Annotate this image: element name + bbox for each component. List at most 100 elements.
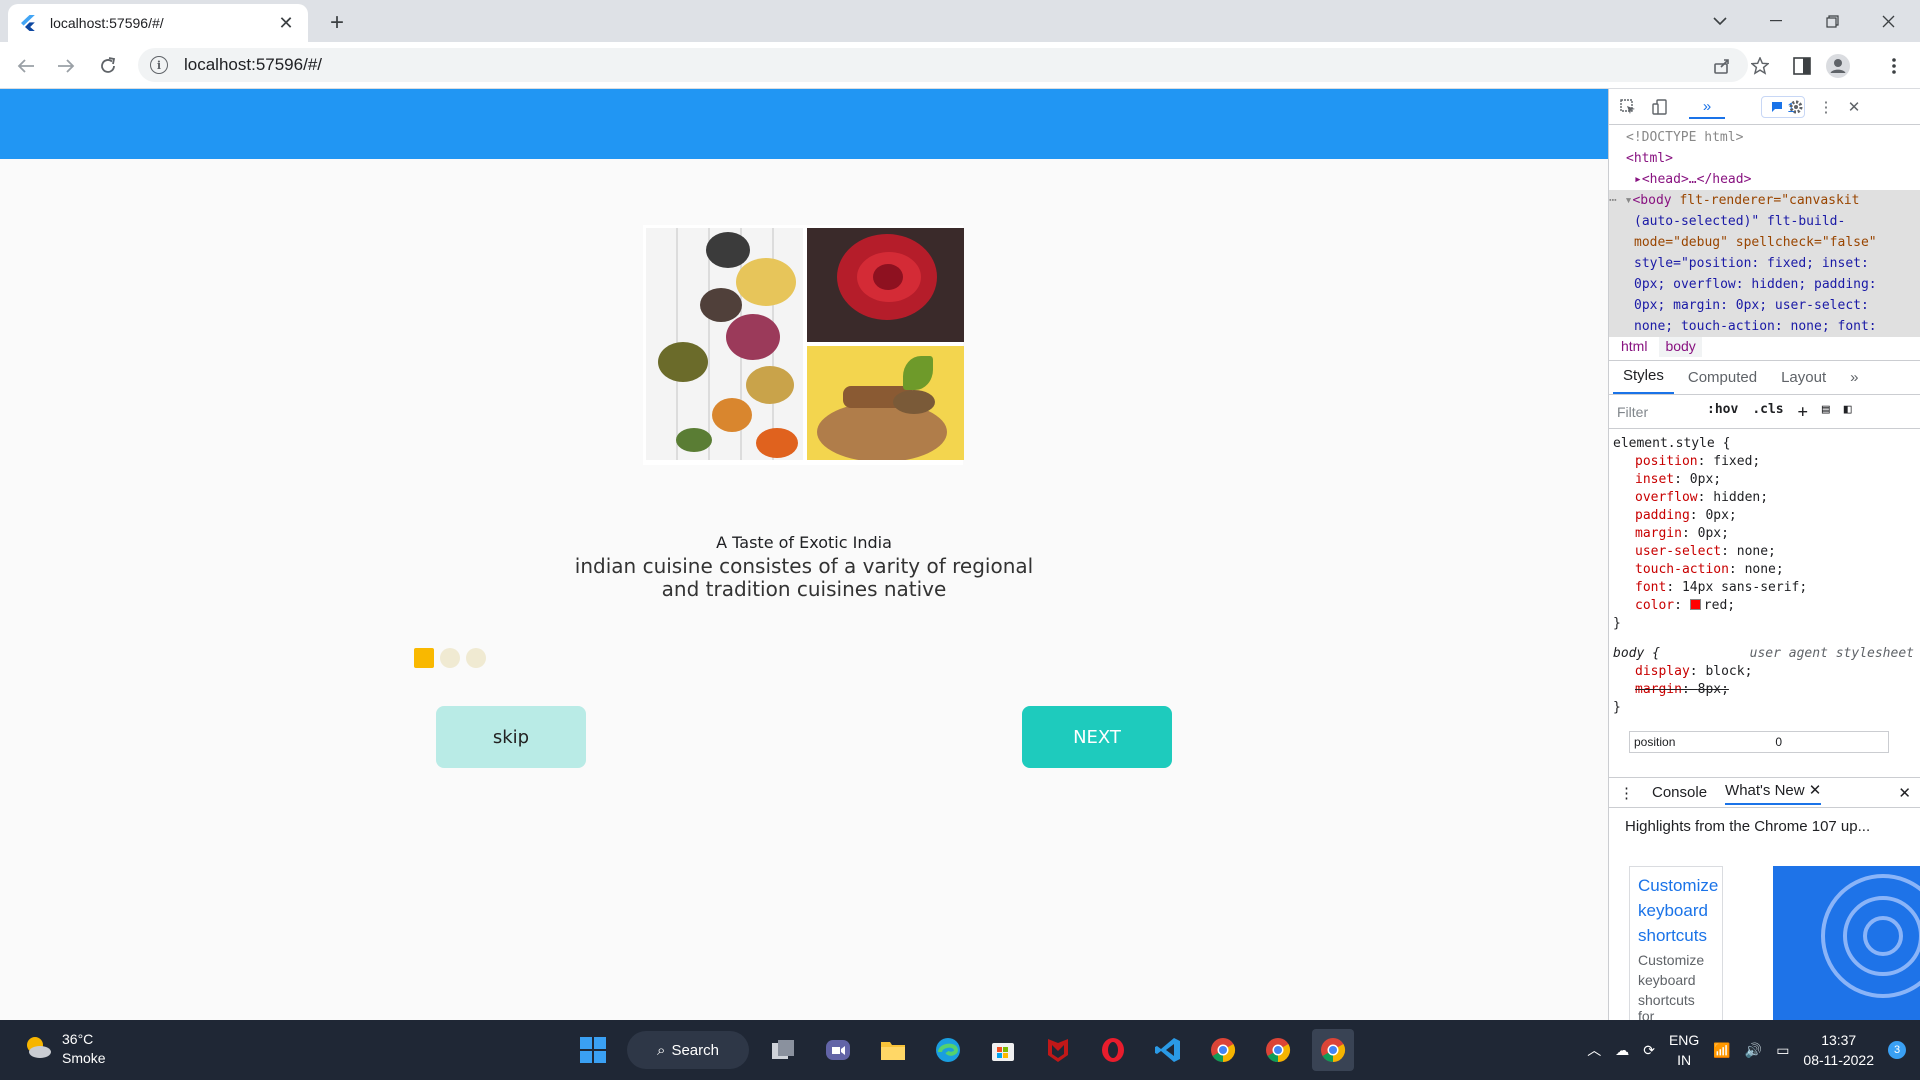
cls-toggle[interactable]: .cls (1752, 402, 1783, 422)
flutter-icon (20, 15, 36, 31)
address-bar[interactable]: i localhost:57596/#/ (138, 48, 1748, 82)
devtools-menu-icon[interactable]: ⋮ (1815, 96, 1837, 118)
vscode-icon[interactable] (1147, 1029, 1189, 1071)
forward-arrow-icon[interactable] (50, 50, 82, 82)
whats-new-headline: Highlights from the Chrome 107 up... (1625, 818, 1871, 835)
card-title-line-2[interactable]: keyboard (1638, 898, 1714, 923)
devtools-toolbar: » 1 ⋮ ✕ (1609, 89, 1920, 125)
tab-layout[interactable]: Layout (1771, 369, 1836, 394)
task-view-icon[interactable] (762, 1029, 804, 1071)
profile-avatar-icon[interactable] (1822, 50, 1854, 82)
more-tabs-icon[interactable]: » (1689, 95, 1725, 119)
dom-body-line-3: mode="debug" spellcheck="false" (1634, 235, 1877, 250)
back-arrow-icon[interactable] (10, 50, 42, 82)
next-button[interactable]: NEXT (1022, 706, 1172, 768)
language-indicator[interactable]: ENG IN (1669, 1030, 1699, 1070)
chrome-icon[interactable] (1202, 1029, 1244, 1071)
notification-badge[interactable]: 3 (1888, 1041, 1906, 1059)
card-title-line-3[interactable]: shortcuts (1638, 923, 1714, 948)
side-panel-icon[interactable] (1786, 50, 1818, 82)
minimize-button[interactable] (1748, 0, 1804, 42)
css-declaration[interactable]: display: block; (1613, 663, 1920, 681)
styles-filter-input[interactable]: Filter (1617, 404, 1707, 420)
dom-body-line-4: style="position: fixed; inset: (1634, 256, 1869, 271)
volume-icon[interactable]: 🔊 (1745, 1042, 1762, 1059)
skip-button[interactable]: skip (436, 706, 586, 768)
card-desc-line-3: shortcuts for (1638, 992, 1695, 1020)
page-indicator-dot (440, 648, 460, 668)
tab-whats-new[interactable]: What's New ✕ (1725, 781, 1822, 805)
css-declaration[interactable]: margin: 8px; (1613, 681, 1920, 699)
dom-body-line-2: (auto-selected)" flt-build- (1634, 214, 1846, 229)
microsoft-store-icon[interactable] (982, 1029, 1024, 1071)
css-declaration[interactable]: touch-action: none; (1613, 561, 1920, 579)
css-declaration[interactable]: margin: 0px; (1613, 525, 1920, 543)
mcafee-icon[interactable] (1037, 1029, 1079, 1071)
onedrive-icon[interactable]: ☁ (1615, 1042, 1629, 1059)
inspect-element-icon[interactable] (1617, 96, 1639, 118)
chrome-icon[interactable] (1257, 1029, 1299, 1071)
css-declaration[interactable]: overflow: hidden; (1613, 489, 1920, 507)
wifi-icon[interactable]: 📶 (1713, 1042, 1730, 1059)
more-menu-icon[interactable] (1878, 50, 1910, 82)
file-explorer-icon[interactable] (872, 1029, 914, 1071)
share-icon[interactable] (1706, 50, 1738, 82)
clock[interactable]: 13:37 08-11-2022 (1803, 1030, 1874, 1070)
time: 13:37 (1821, 1032, 1857, 1048)
close-drawer-icon[interactable]: ✕ (1898, 784, 1911, 802)
close-window-button[interactable] (1860, 0, 1916, 42)
bookmark-star-icon[interactable] (1744, 50, 1776, 82)
breadcrumb-html[interactable]: html (1615, 335, 1653, 357)
chevron-up-icon[interactable]: ︿ (1587, 1040, 1601, 1060)
url-text[interactable]: localhost:57596/#/ (184, 55, 322, 75)
tab-styles[interactable]: Styles (1613, 367, 1674, 394)
page-indicator (414, 648, 486, 668)
css-declaration[interactable]: position: fixed; (1613, 453, 1920, 471)
drawer-menu-icon[interactable]: ⋮ (1619, 784, 1634, 802)
css-declaration[interactable]: color: red; (1613, 597, 1920, 615)
edge-browser-icon[interactable] (927, 1029, 969, 1071)
card-title-line-1[interactable]: Customize (1638, 873, 1718, 898)
settings-gear-icon[interactable] (1785, 96, 1807, 118)
whats-new-card[interactable]: Customize keyboard shortcuts Customize k… (1629, 866, 1723, 1020)
css-declaration[interactable]: font: 14px sans-serif; (1613, 579, 1920, 597)
more-subtabs-icon[interactable]: » (1840, 369, 1868, 394)
tab-computed[interactable]: Computed (1678, 369, 1767, 394)
hov-toggle[interactable]: :hov (1707, 402, 1738, 422)
css-declaration[interactable]: user-select: none; (1613, 543, 1920, 561)
site-info-icon[interactable]: i (150, 56, 168, 74)
chrome-icon[interactable] (1312, 1029, 1354, 1071)
tab-search-icon[interactable] (1692, 0, 1748, 42)
dom-body-node[interactable]: ⋯ ▾<body flt-renderer="canvaskit (auto-s… (1609, 190, 1920, 337)
restore-button[interactable] (1804, 0, 1860, 42)
toggle-sidebar-icon[interactable]: ◧ (1844, 402, 1852, 422)
battery-icon[interactable]: ▭ (1776, 1042, 1789, 1059)
close-devtools-icon[interactable]: ✕ (1843, 96, 1865, 118)
opera-icon[interactable] (1092, 1029, 1134, 1071)
color-swatch[interactable] (1689, 599, 1701, 610)
taskbar-search[interactable]: ⌕ Search (627, 1031, 749, 1069)
new-tab-button[interactable]: + (322, 8, 352, 38)
add-rule-icon[interactable]: + (1798, 402, 1808, 422)
paint-icon[interactable]: ▤ (1822, 402, 1830, 422)
close-whats-new-icon[interactable]: ✕ (1809, 782, 1822, 799)
reload-icon[interactable] (92, 50, 124, 82)
tab-console[interactable]: Console (1652, 784, 1707, 801)
sync-icon[interactable]: ⟳ (1643, 1042, 1655, 1059)
dom-html-node[interactable]: <html> (1626, 148, 1920, 169)
dom-doctype[interactable]: <!DOCTYPE html> (1626, 127, 1920, 148)
css-declaration[interactable]: inset: 0px; (1613, 471, 1920, 489)
teams-chat-icon[interactable] (817, 1029, 859, 1071)
devtools-panel: » 1 ⋮ ✕ <!DOCTYPE html> <html> ▸<head>…<… (1608, 89, 1920, 1020)
windows-start-icon[interactable] (572, 1029, 614, 1071)
breadcrumb-body[interactable]: body (1659, 334, 1702, 357)
weather-widget[interactable]: 36°C Smoke (22, 1030, 106, 1068)
onboarding-description-line-1: indian cuisine consistes of a varity of … (574, 554, 1034, 578)
device-toolbar-icon[interactable] (1649, 96, 1671, 118)
close-tab-icon[interactable]: ✕ (276, 13, 296, 33)
css-declaration[interactable]: padding: 0px; (1613, 507, 1920, 525)
dom-head-text: <head>…</head> (1641, 172, 1752, 187)
dom-head-node[interactable]: ▸<head>…</head> (1626, 169, 1920, 190)
browser-tab[interactable]: localhost:57596/#/ ✕ (8, 4, 308, 42)
styles-filter-row: Filter :hov .cls + ▤ ◧ (1609, 395, 1920, 429)
